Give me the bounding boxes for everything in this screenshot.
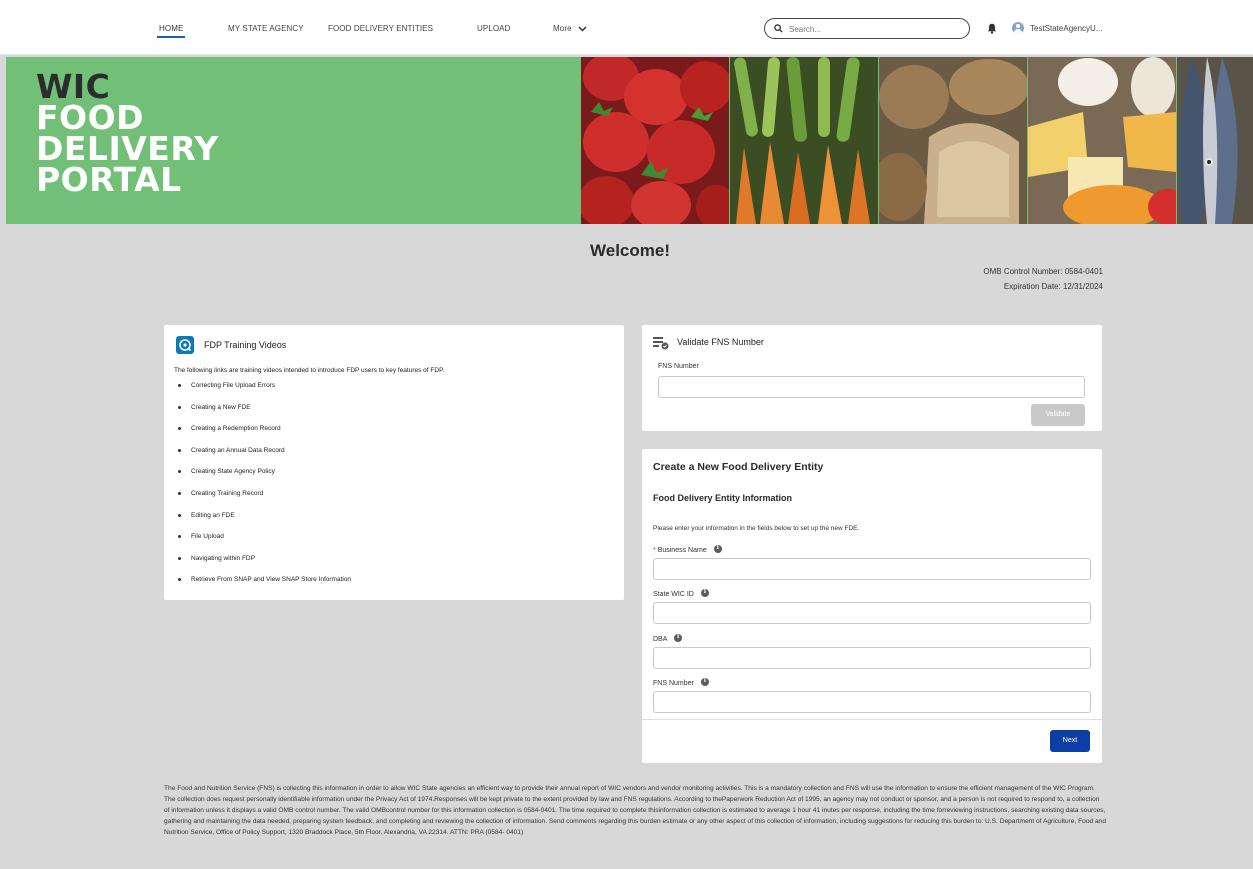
business-name-label: * Business Name bbox=[653, 544, 722, 554]
top-hairline bbox=[0, 0, 1253, 8]
training-link[interactable]: Creating State Agency Policy bbox=[178, 468, 351, 490]
strawberries-photo bbox=[581, 57, 729, 224]
nav-more-menu[interactable]: More bbox=[553, 24, 587, 33]
user-avatar-icon[interactable] bbox=[1012, 22, 1024, 34]
banner-line-4: PORTAL bbox=[36, 160, 182, 199]
training-link[interactable]: Creating a New FDE bbox=[178, 404, 351, 426]
state-wic-id-label-text: State WIC ID bbox=[653, 591, 694, 598]
global-search[interactable] bbox=[764, 18, 970, 39]
user-menu-name[interactable]: TestStateAgencyU... bbox=[1030, 24, 1102, 33]
fde-fns-number-input[interactable] bbox=[653, 691, 1091, 713]
training-intro-text: The following links are training videos … bbox=[174, 367, 445, 374]
training-link[interactable]: Navigating within FDP bbox=[178, 555, 351, 577]
vegetables-photo bbox=[730, 57, 878, 224]
omb-control-number: OMB Control Number: 0584-0401 bbox=[983, 267, 1103, 276]
fde-fns-number-label: FNS Number bbox=[653, 677, 709, 687]
training-link[interactable]: Editing an FDE bbox=[178, 512, 351, 534]
fde-intro-text: Please enter your information in the fie… bbox=[653, 525, 860, 532]
pra-burden-statement: The Food and Nutrition Service (FNS) is … bbox=[164, 785, 1106, 836]
chevron-down-icon bbox=[578, 26, 587, 32]
notifications-bell-icon[interactable] bbox=[987, 23, 997, 34]
validate-card-title: Validate FNS Number bbox=[677, 337, 764, 347]
fish-photo bbox=[1177, 57, 1253, 224]
nav-home[interactable]: HOME bbox=[159, 24, 183, 33]
training-video-icon bbox=[176, 336, 194, 354]
state-wic-id-label: State WIC ID bbox=[653, 588, 709, 598]
search-icon bbox=[774, 24, 783, 33]
fde-info-subtitle: Food Delivery Entity Information bbox=[653, 493, 793, 503]
fde-fns-number-label-text: FNS Number bbox=[653, 680, 694, 687]
validate-button[interactable]: Validate bbox=[1031, 404, 1085, 426]
bread-photo bbox=[879, 57, 1027, 224]
fns-number-input[interactable] bbox=[658, 376, 1085, 398]
nav-active-underline bbox=[157, 36, 185, 38]
create-fde-card: Create a New Food Delivery Entity Food D… bbox=[642, 449, 1102, 763]
training-link[interactable]: Creating an Annual Data Record bbox=[178, 447, 351, 469]
card-footer-divider bbox=[642, 719, 1102, 720]
portal-banner: WIC FOOD DELIVERY PORTAL bbox=[6, 57, 1253, 224]
training-link[interactable]: File Upload bbox=[178, 533, 351, 555]
training-links-list: Correcting File Upload Errors Creating a… bbox=[178, 382, 351, 598]
cheese-photo bbox=[1028, 57, 1176, 224]
training-link[interactable]: Creating Training Record bbox=[178, 490, 351, 512]
search-input[interactable] bbox=[789, 22, 959, 36]
nav-upload[interactable]: UPLOAD bbox=[477, 24, 511, 33]
info-icon[interactable] bbox=[673, 633, 682, 642]
fns-number-label: FNS Number bbox=[658, 363, 699, 370]
business-name-input[interactable] bbox=[653, 558, 1091, 580]
next-button[interactable]: Next bbox=[1050, 730, 1090, 752]
validate-fns-card: Validate FNS Number FNS Number Validate bbox=[642, 325, 1102, 431]
info-icon[interactable] bbox=[700, 588, 709, 597]
info-icon[interactable] bbox=[700, 677, 709, 686]
training-link[interactable]: Correcting File Upload Errors bbox=[178, 382, 351, 404]
dba-label: DBA bbox=[653, 633, 682, 643]
info-icon[interactable] bbox=[713, 544, 722, 553]
omb-info: OMB Control Number: 0584-0401 Expiration… bbox=[983, 264, 1103, 294]
portal-logo-title: WIC FOOD DELIVERY PORTAL bbox=[36, 70, 219, 199]
welcome-heading: Welcome! bbox=[590, 241, 670, 260]
expiration-date: Expiration Date: 12/31/2024 bbox=[1003, 282, 1103, 291]
training-card-title: FDP Training Videos bbox=[204, 340, 287, 350]
training-videos-card: FDP Training Videos The following links … bbox=[164, 325, 624, 600]
nav-my-state-agency[interactable]: MY STATE AGENCY bbox=[228, 24, 304, 33]
nav-food-delivery-entities[interactable]: FOOD DELIVERY ENTITIES bbox=[328, 24, 433, 33]
nav-more-label: More bbox=[553, 24, 572, 33]
training-link[interactable]: Retrieve From SNAP and View SNAP Store I… bbox=[178, 576, 351, 598]
dba-input[interactable] bbox=[653, 647, 1091, 669]
business-name-label-text: Business Name bbox=[657, 547, 707, 554]
top-navigation-bar: HOME MY STATE AGENCY FOOD DELIVERY ENTIT… bbox=[0, 0, 1253, 55]
state-wic-id-input[interactable] bbox=[653, 602, 1091, 624]
training-link[interactable]: Creating a Redemption Record bbox=[178, 425, 351, 447]
dba-label-text: DBA bbox=[653, 636, 668, 643]
required-asterisk: * bbox=[653, 547, 656, 554]
create-fde-title: Create a New Food Delivery Entity bbox=[653, 461, 824, 473]
checklist-icon bbox=[653, 337, 669, 350]
